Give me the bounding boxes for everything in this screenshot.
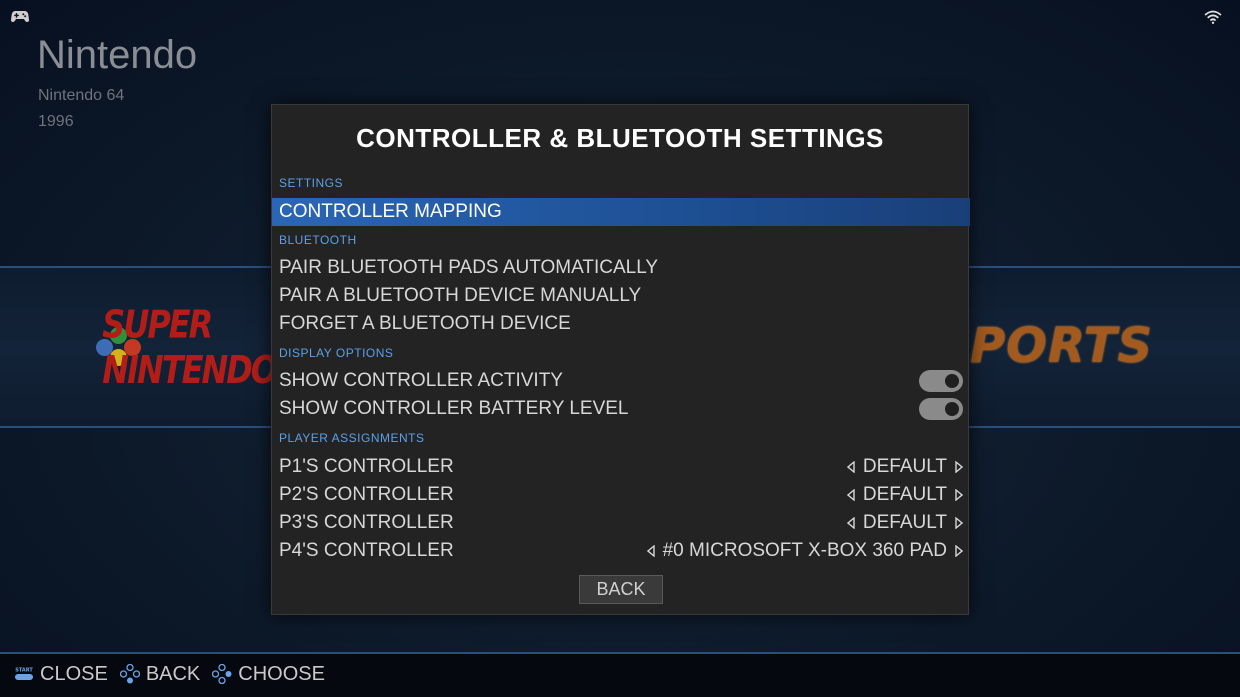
settings-dialog: CONTROLLER & BLUETOOTH SETTINGS SETTINGS… (271, 104, 970, 615)
menu-item-pair-manually[interactable]: PAIR A BLUETOOTH DEVICE MANUALLY (272, 282, 970, 310)
help-choose-label: CHOOSE (238, 662, 325, 685)
menu-item-label: SHOW CONTROLLER ACTIVITY (279, 370, 563, 391)
system-year: 1996 (38, 113, 74, 130)
menu-item-label: PAIR BLUETOOTH PADS AUTOMATICALLY (279, 257, 659, 278)
player-3-controller-row[interactable]: P3'S CONTROLLER DEFAULT (272, 509, 970, 537)
arrow-left-icon[interactable] (846, 489, 855, 501)
section-player-assignments: PLAYER ASSIGNMENTS (279, 431, 425, 445)
help-back-label: BACK (145, 662, 201, 685)
player-2-controller-row[interactable]: P2'S CONTROLLER DEFAULT (272, 481, 970, 509)
menu-item-pair-automatically[interactable]: PAIR BLUETOOTH PADS AUTOMATICALLY (272, 254, 970, 282)
back-button[interactable]: BACK (579, 575, 663, 604)
menu-item-show-activity[interactable]: SHOW CONTROLLER ACTIVITY (272, 367, 970, 395)
player-1-controller-row[interactable]: P1'S CONTROLLER DEFAULT (272, 453, 970, 481)
start-button-icon: START (15, 668, 33, 680)
snes-logo: SUPER NINTENDO (96, 301, 278, 393)
menu-item-show-battery[interactable]: SHOW CONTROLLER BATTERY LEVEL (272, 395, 970, 423)
face-buttons-icon (212, 664, 232, 684)
help-close-label: CLOSE (40, 662, 108, 685)
system-title: Nintendo (37, 33, 198, 77)
player-label: P4'S CONTROLLER (279, 540, 454, 561)
player-label: P3'S CONTROLLER (279, 512, 454, 533)
player-value: DEFAULT (862, 484, 947, 505)
wifi-icon (1204, 10, 1222, 24)
ports-logo: PORTS (970, 318, 1154, 374)
arrow-right-icon[interactable] (955, 461, 963, 473)
arrow-left-icon[interactable] (846, 517, 855, 529)
player-value: DEFAULT (862, 456, 947, 477)
menu-item-label: FORGET A BLUETOOTH DEVICE (279, 313, 571, 334)
player-label: P2'S CONTROLLER (279, 484, 454, 505)
section-display-options: DISPLAY OPTIONS (279, 346, 394, 360)
help-bar: START CLOSE BACK CHOOSE (14, 660, 331, 688)
arrow-left-icon[interactable] (646, 545, 655, 557)
arrow-left-icon[interactable] (846, 461, 855, 473)
face-buttons-icon (119, 664, 140, 684)
arrow-right-icon[interactable] (955, 489, 963, 501)
player-value: DEFAULT (862, 512, 947, 533)
system-subtitle: Nintendo 64 (38, 87, 125, 104)
help-choose: CHOOSE (212, 663, 325, 686)
section-bluetooth: BLUETOOTH (279, 233, 357, 247)
menu-item-label: CONTROLLER MAPPING (279, 201, 502, 222)
arrow-right-icon[interactable] (955, 517, 963, 529)
player-value: #0 MICROSOFT X-BOX 360 PAD (662, 540, 947, 561)
gamepad-icon (11, 11, 29, 22)
battery-toggle[interactable] (919, 398, 963, 420)
svg-text:START: START (15, 668, 33, 674)
menu-item-label: PAIR A BLUETOOTH DEVICE MANUALLY (279, 285, 642, 306)
section-settings: SETTINGS (279, 176, 344, 190)
help-close: START CLOSE (14, 663, 108, 686)
arrow-right-icon[interactable] (955, 545, 963, 557)
activity-toggle[interactable] (919, 370, 963, 392)
help-back: BACK (119, 662, 201, 686)
dialog-title: CONTROLLER & BLUETOOTH SETTINGS (356, 123, 884, 153)
menu-item-forget-device[interactable]: FORGET A BLUETOOTH DEVICE (272, 310, 970, 338)
player-label: P1'S CONTROLLER (279, 456, 454, 477)
menu-item-label: SHOW CONTROLLER BATTERY LEVEL (279, 398, 629, 419)
player-4-controller-row[interactable]: P4'S CONTROLLER #0 MICROSOFT X-BOX 360 P… (272, 537, 970, 565)
menu-item-controller-mapping[interactable]: CONTROLLER MAPPING (272, 198, 970, 226)
